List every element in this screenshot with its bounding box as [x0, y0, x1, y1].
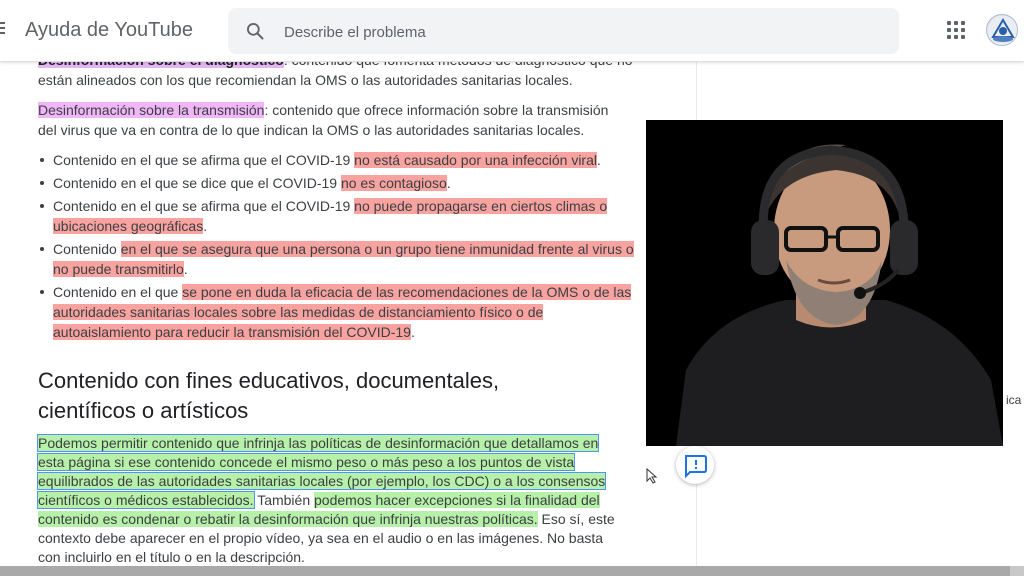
claim-highlight: no está causado por una infección viral: [354, 152, 597, 168]
list-item: Contenido en el que se pone en duda la e…: [38, 282, 638, 342]
section-heading: Contenido con fines educativos, document…: [38, 368, 500, 423]
transmission-paragraph: Desinformación sobre la transmisión: con…: [38, 100, 628, 140]
webcam-overlay: [646, 120, 1003, 446]
scrollbar-thumb[interactable]: [0, 566, 1010, 576]
top-app-bar: Ayuda de YouTube: [0, 0, 1024, 62]
menu-icon[interactable]: [0, 22, 5, 37]
search-icon[interactable]: [245, 21, 265, 41]
claim-tail: .: [203, 218, 208, 234]
app-title[interactable]: Ayuda de YouTube: [25, 19, 193, 42]
claim-text: Contenido en el que se afirma que el COV…: [53, 198, 355, 214]
search-box[interactable]: [228, 8, 899, 56]
feedback-button[interactable]: [676, 446, 714, 484]
claims-list: Contenido en el que se afirma que el COV…: [38, 150, 638, 345]
claim-highlight: en el que se asegura que una persona o u…: [53, 241, 634, 277]
claim-tail: .: [410, 324, 415, 340]
claim-text: Contenido en el que se dice que el COVID…: [53, 175, 341, 191]
list-item: Contenido en el que se afirma que el COV…: [38, 150, 638, 170]
list-item: Contenido en el que se asegura que una p…: [38, 239, 638, 279]
presenter-video: [646, 120, 1003, 446]
claim-tail: .: [597, 152, 601, 168]
claim-text: Contenido en el que: [53, 284, 183, 300]
clipped-text: ica: [1006, 393, 1022, 407]
list-item: Contenido en el que se dice que el COVID…: [38, 173, 638, 193]
educational-paragraph: Podemos permitir contenido que infrinja …: [36, 434, 628, 567]
claim-highlight: no es contagioso: [340, 175, 447, 191]
avatar-logo-icon: [988, 16, 1017, 45]
avatar[interactable]: [986, 14, 1018, 46]
claim-tail: .: [183, 261, 188, 277]
transmission-label: Desinformación sobre la transmisión: [38, 102, 265, 118]
claim-tail: .: [446, 175, 451, 191]
educational-text-a: También: [253, 492, 315, 508]
claim-text: Contenido: [53, 241, 121, 257]
apps-grid-icon[interactable]: [947, 21, 967, 41]
claim-text: Contenido en el que se afirma que el COV…: [53, 152, 355, 168]
feedback-icon: [685, 455, 707, 479]
mouse-cursor-icon: [646, 468, 658, 484]
diagnosis-text-b: alineados con los que recomiendan la OMS…: [76, 72, 573, 88]
search-input[interactable]: [282, 8, 846, 56]
list-item: Contenido en el que se afirma que el COV…: [38, 196, 638, 236]
